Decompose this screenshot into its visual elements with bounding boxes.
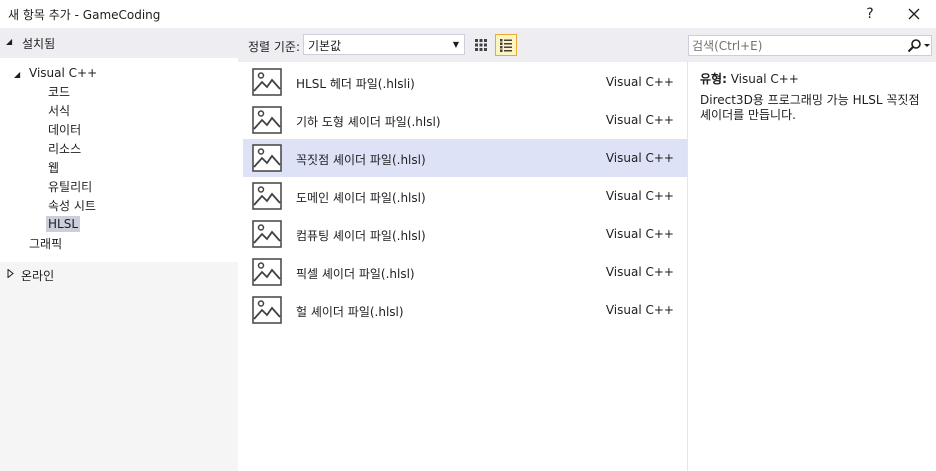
tree-item-code[interactable]: 코드 — [48, 83, 70, 100]
file-template-icon — [252, 106, 282, 134]
sort-dropdown[interactable]: 기본값 ▼ — [303, 34, 465, 55]
template-language: Visual C++ — [605, 227, 674, 241]
expanded-arrow-icon[interactable]: ◢ — [14, 70, 20, 79]
list-view-icon — [500, 39, 512, 52]
grid-view-icon — [475, 39, 487, 51]
template-item[interactable]: 기하 도형 셰이더 파일(.hlsl) Visual C++ — [243, 101, 687, 139]
details-panel: 유형: Visual C++ Direct3D용 프로그래밍 가능 HLSL 꼭… — [688, 62, 936, 471]
file-template-icon — [252, 182, 282, 210]
expanded-arrow-icon: ◢ — [6, 37, 13, 46]
toolbar: 정렬 기준: 기본값 ▼ — [238, 28, 936, 62]
template-item[interactable]: HLSL 헤더 파일(.hlsli) Visual C++ — [243, 63, 687, 101]
type-value: Visual C++ — [730, 72, 799, 86]
template-item[interactable]: 도메인 셰이더 파일(.hlsl) Visual C++ — [243, 177, 687, 215]
sort-value: 기본값 — [308, 39, 342, 53]
title-bar: 새 항목 추가 - GameCoding ? — [0, 0, 936, 28]
online-section: 온라인 — [0, 262, 238, 471]
small-icons-view-button[interactable] — [470, 34, 492, 56]
file-template-icon — [252, 220, 282, 248]
search-button[interactable] — [905, 38, 931, 54]
template-name: 헐 셰이더 파일(.hlsl) — [296, 305, 404, 319]
template-item[interactable]: 픽셀 셰이더 파일(.hlsl) Visual C++ — [243, 253, 687, 291]
template-name: 기하 도형 셰이더 파일(.hlsl) — [296, 115, 441, 129]
collapsed-arrow-icon[interactable] — [7, 268, 14, 280]
close-icon — [908, 8, 920, 20]
template-language: Visual C++ — [605, 151, 674, 165]
tree-item-graphics[interactable]: 그래픽 — [29, 235, 62, 252]
list-view-button[interactable] — [495, 34, 517, 56]
file-template-icon — [252, 296, 282, 324]
file-template-icon — [252, 68, 282, 96]
search-box — [688, 35, 932, 56]
template-language: Visual C++ — [605, 113, 674, 127]
template-language: Visual C++ — [605, 303, 674, 317]
template-description: Direct3D용 프로그래밍 가능 HLSL 꼭짓점 셰이더를 만듭니다. — [700, 93, 920, 122]
tree-item-property-sheet[interactable]: 속성 시트 — [48, 197, 96, 214]
tree-item-hlsl[interactable]: HLSL — [46, 216, 81, 232]
template-item[interactable]: 컴퓨팅 셰이더 파일(.hlsl) Visual C++ — [243, 215, 687, 253]
tree-item-data[interactable]: 데이터 — [48, 121, 81, 138]
template-name: HLSL 헤더 파일(.hlsli) — [296, 77, 415, 91]
dropdown-arrow-icon: ▼ — [452, 40, 459, 49]
window-title: 새 항목 추가 - GameCoding — [8, 8, 161, 22]
template-name: 꼭짓점 셰이더 파일(.hlsl) — [296, 153, 426, 167]
installed-label: 설치됨 — [22, 37, 56, 51]
template-list: HLSL 헤더 파일(.hlsli) Visual C++ 기하 도형 셰이더 … — [243, 62, 687, 471]
search-input[interactable] — [692, 37, 902, 54]
tree-item-web[interactable]: 웹 — [48, 159, 59, 176]
type-label: 유형: — [700, 72, 727, 86]
tree-item-visual-cpp[interactable]: Visual C++ — [29, 66, 97, 80]
template-name: 도메인 셰이더 파일(.hlsl) — [296, 191, 426, 205]
template-name: 컴퓨팅 셰이더 파일(.hlsl) — [296, 229, 426, 243]
tree-item-utility[interactable]: 유틸리티 — [48, 178, 92, 195]
installed-section-header[interactable]: ◢ 설치됨 — [0, 28, 238, 58]
file-template-icon — [252, 144, 282, 172]
template-item-selected[interactable]: 꼭짓점 셰이더 파일(.hlsl) Visual C++ — [243, 139, 687, 177]
category-tree: ◢ Visual C++ 코드 서식 데이터 리소스 웹 유틸리티 속성 시트 … — [0, 58, 238, 262]
tree-item-format[interactable]: 서식 — [48, 102, 70, 119]
file-template-icon — [252, 258, 282, 286]
search-icon — [907, 39, 930, 53]
template-language: Visual C++ — [605, 75, 674, 89]
sort-label: 정렬 기준: — [248, 40, 301, 54]
tree-item-online[interactable]: 온라인 — [21, 267, 54, 284]
help-button[interactable]: ? — [848, 0, 892, 28]
close-button[interactable] — [892, 0, 936, 28]
category-panel: ◢ 설치됨 ◢ Visual C++ 코드 서식 데이터 리소스 웹 유틸리티 … — [0, 28, 238, 471]
template-item[interactable]: 헐 셰이더 파일(.hlsl) Visual C++ — [243, 291, 687, 329]
template-type: 유형: Visual C++ — [700, 70, 799, 87]
template-name: 픽셀 셰이더 파일(.hlsl) — [296, 267, 415, 281]
tree-item-resource[interactable]: 리소스 — [48, 140, 81, 157]
template-language: Visual C++ — [605, 189, 674, 203]
template-language: Visual C++ — [605, 265, 674, 279]
